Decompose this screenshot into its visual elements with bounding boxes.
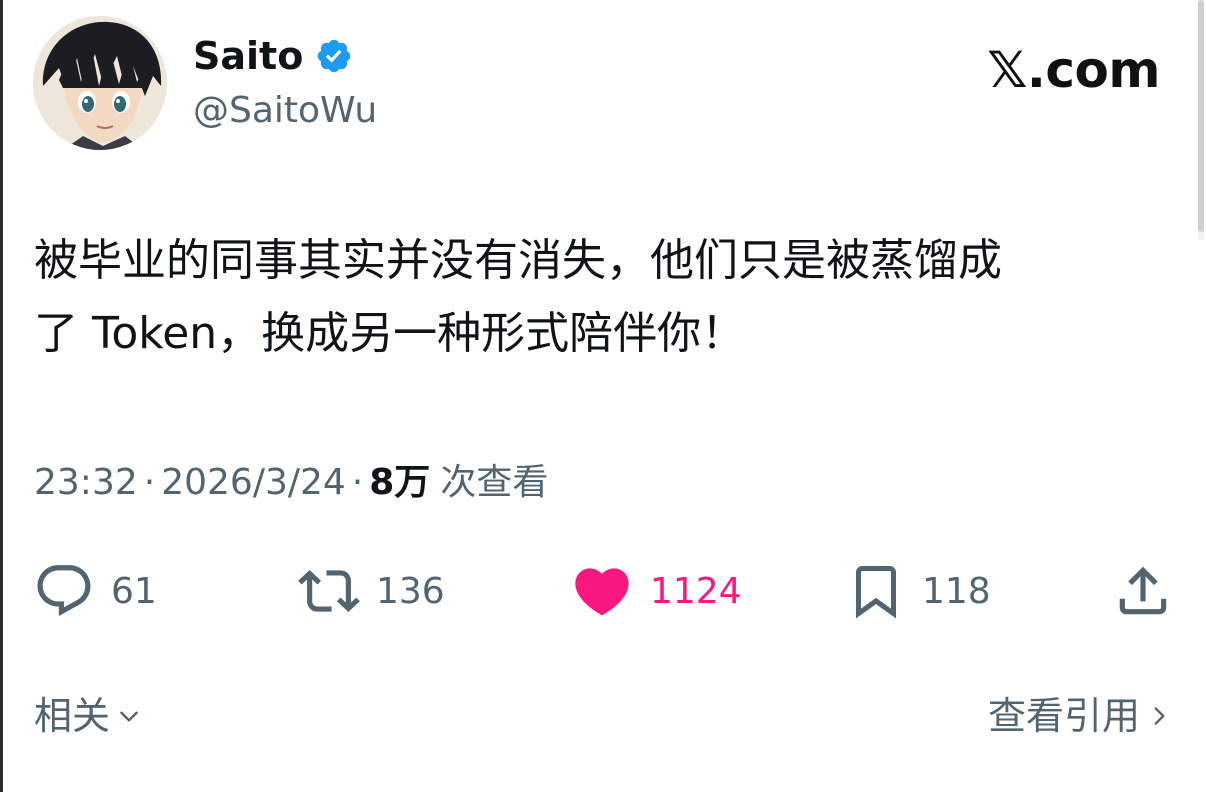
avatar[interactable] [33,16,167,150]
heart-icon [575,568,629,616]
like-button[interactable]: 1124 [570,556,742,626]
tweet-date[interactable]: 2026/3/24 [161,454,346,512]
repost-button[interactable]: 136 [298,556,445,626]
reply-icon [37,565,91,617]
related-label: 相关 [34,694,111,738]
chevron-down-icon [120,711,138,722]
action-bar: 61 136 1124 118 [0,556,1206,626]
scrollbar-thumb[interactable] [1198,0,1204,232]
brand-logo: 𝕏.com [987,41,1160,99]
author-display-name[interactable]: Saito [193,30,303,82]
reply-count: 61 [111,570,157,612]
views-count[interactable]: 8万 [369,454,430,512]
tweet-text-line-2: 了 Token，换成另一种形式陪伴你！ [34,308,746,359]
author-name-row[interactable]: Saito [193,30,353,82]
bookmark-button[interactable]: 118 [846,556,991,626]
meta-separator: · [351,462,364,503]
view-quotes-link[interactable]: 查看引用 [988,688,1172,744]
related-dropdown[interactable]: 相关 [34,688,142,744]
reply-button[interactable]: 61 [33,556,157,626]
views-label[interactable]: 次查看 [440,454,548,512]
verified-badge-icon [318,39,351,73]
like-count: 1124 [650,570,742,612]
avatar-image [33,16,167,150]
tweet-meta: 23:32 · 2026/3/24 · 8万 次查看 [34,454,548,512]
screen-edge [0,0,3,792]
chevron-right-icon [1154,707,1165,725]
bookmark-count: 118 [922,570,991,612]
tweet-time[interactable]: 23:32 [34,454,138,512]
share-icon [1119,566,1167,615]
author-handle[interactable]: @SaitoWu [193,86,377,136]
share-button[interactable] [1112,556,1174,626]
bookmark-icon [856,566,896,619]
tweet-text: 被毕业的同事其实并没有消失，他们只是被蒸馏成 了 Token，换成另一种形式陪伴… [34,224,1184,370]
view-quotes-label: 查看引用 [987,694,1140,738]
tweet-text-line-1: 被毕业的同事其实并没有消失，他们只是被蒸馏成 [34,235,1002,286]
meta-separator: · [143,462,156,503]
repost-icon [298,570,360,612]
repost-count: 136 [376,570,445,612]
